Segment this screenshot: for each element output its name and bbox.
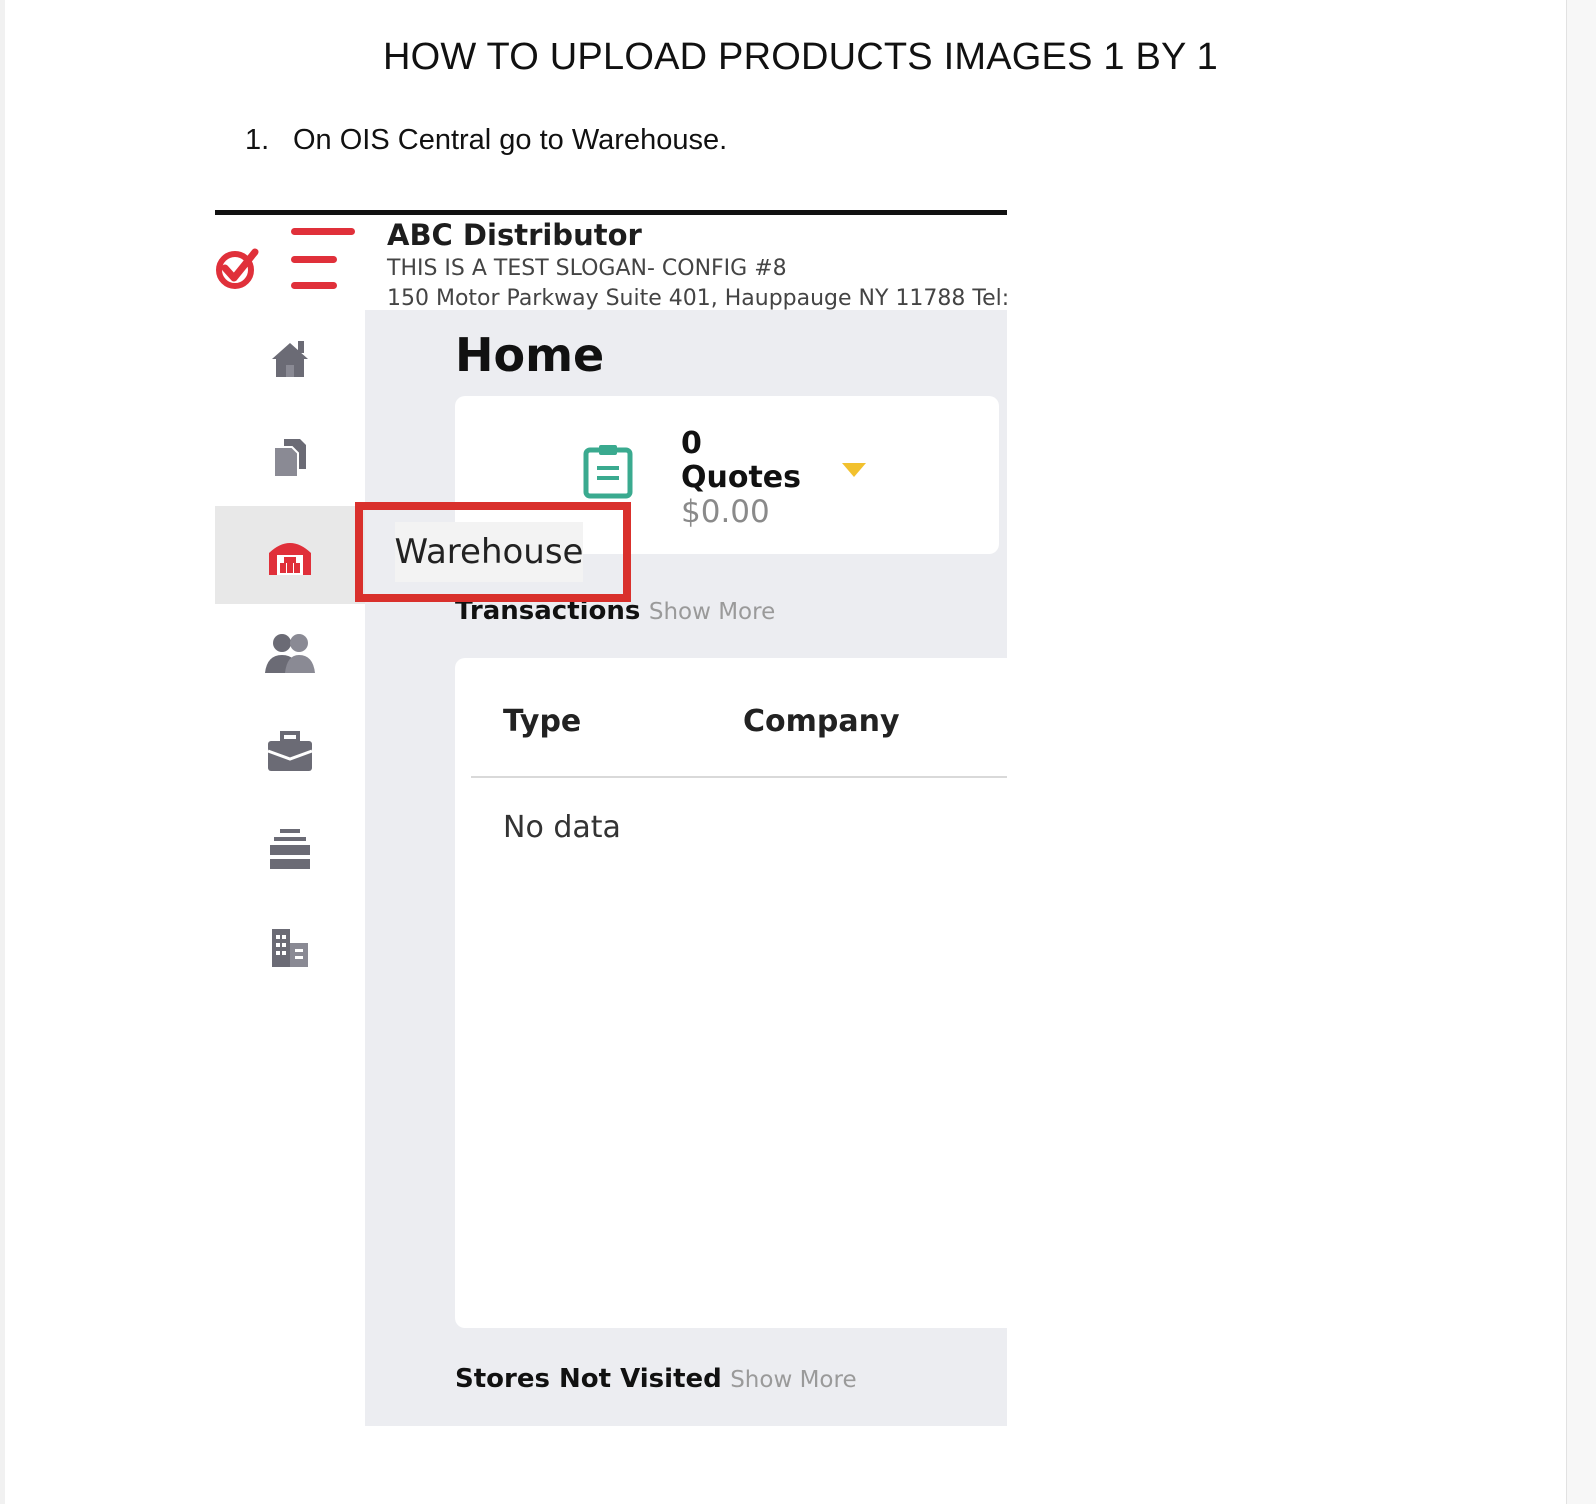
stores-not-visited-title: Stores Not Visited: [455, 1364, 722, 1394]
page-title: Home: [455, 328, 605, 382]
quotes-label: Quotes: [681, 460, 802, 495]
customers-icon: [265, 634, 315, 673]
stores-show-more-link[interactable]: Show More: [730, 1367, 856, 1393]
instruction-step: 1. On OIS Central go to Warehouse.: [245, 124, 727, 157]
clipboard-icon: [583, 445, 633, 499]
sidebar-item-buildings[interactable]: [215, 898, 365, 996]
company-slogan: THIS IS A TEST SLOGAN- CONFIG #8: [387, 256, 787, 281]
document-page: HOW TO UPLOAD PRODUCTS IMAGES 1 BY 1 1. O…: [5, 0, 1566, 1504]
column-header-company[interactable]: Company: [743, 704, 900, 739]
buildings-icon: [272, 929, 308, 967]
annotation-highlight-box: [355, 502, 631, 602]
sidebar-item-warehouse[interactable]: [215, 506, 365, 604]
column-header-type[interactable]: Type: [503, 704, 581, 739]
inventory-stack-icon: [270, 829, 310, 869]
step-number: 1.: [245, 124, 270, 156]
document-title: HOW TO UPLOAD PRODUCTS IMAGES 1 BY 1: [383, 36, 1218, 78]
briefcase-icon: [267, 731, 313, 771]
sidebar-item-briefcase[interactable]: [215, 702, 365, 800]
hamburger-menu-icon[interactable]: [291, 228, 357, 292]
screenshot-top-border: [215, 210, 1007, 215]
sidebar-item-inventory[interactable]: [215, 800, 365, 898]
documents-icon: [273, 439, 306, 478]
sidebar: [215, 310, 365, 1426]
step-text: On OIS Central go to Warehouse.: [293, 124, 728, 156]
stores-not-visited-header: Stores Not Visited Show More: [455, 1364, 857, 1394]
app-screenshot: ABC Distributor THIS IS A TEST SLOGAN- C…: [215, 210, 1007, 1426]
home-icon: [272, 341, 308, 377]
chevron-down-icon[interactable]: [841, 462, 867, 478]
company-address: 150 Motor Parkway Suite 401, Hauppauge N…: [387, 286, 1007, 311]
document-right-margin: [1566, 0, 1596, 1504]
transactions-show-more-link[interactable]: Show More: [649, 599, 775, 625]
main-content: Home 0 Quotes $0.00 Transactions Show Mo…: [365, 310, 1007, 1426]
sidebar-item-customers[interactable]: [215, 604, 365, 702]
sidebar-item-documents[interactable]: [215, 408, 365, 506]
empty-table-message: No data: [503, 810, 621, 845]
table-header-row: Type Company: [471, 658, 1007, 778]
sidebar-item-home[interactable]: [215, 310, 365, 408]
quotes-amount: $0.00: [681, 494, 770, 530]
quotes-count: 0: [681, 426, 702, 461]
logo-check-icon[interactable]: [215, 246, 259, 290]
transactions-table: Type Company No data: [455, 658, 1007, 1328]
company-name: ABC Distributor: [387, 218, 642, 252]
warehouse-icon: [269, 543, 311, 575]
